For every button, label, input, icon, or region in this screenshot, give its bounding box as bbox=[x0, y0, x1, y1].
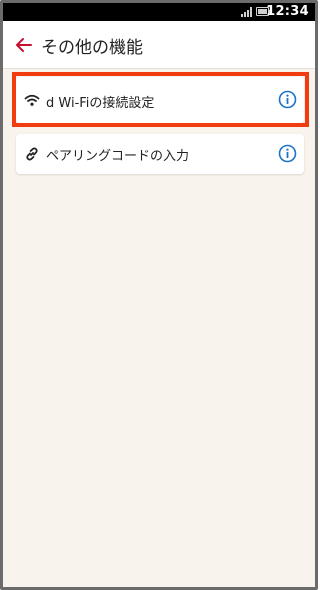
arrow-left-icon[interactable] bbox=[13, 34, 35, 56]
status-time: 12:34 bbox=[266, 4, 309, 19]
menu-item-dwifi-settings[interactable]: d Wi-Fiの接続設定 bbox=[16, 77, 304, 123]
phone-screen: 12:34 その他の機能 d Wi-Fiの接続設定 ペアリングコードの入力 bbox=[0, 0, 318, 590]
status-bar: 12:34 bbox=[3, 3, 315, 21]
menu-item-label: d Wi-Fiの接続設定 bbox=[46, 96, 155, 111]
signal-icon bbox=[241, 7, 253, 17]
info-icon[interactable] bbox=[278, 144, 297, 163]
info-icon[interactable] bbox=[278, 90, 297, 109]
wifi-icon bbox=[24, 94, 40, 106]
link-icon bbox=[26, 147, 38, 161]
menu-item-label: ペアリングコードの入力 bbox=[46, 149, 190, 164]
menu-item-pairing-code[interactable]: ペアリングコードの入力 bbox=[16, 134, 304, 174]
page-title: その他の機能 bbox=[41, 38, 143, 58]
app-bar: その他の機能 bbox=[3, 21, 315, 69]
